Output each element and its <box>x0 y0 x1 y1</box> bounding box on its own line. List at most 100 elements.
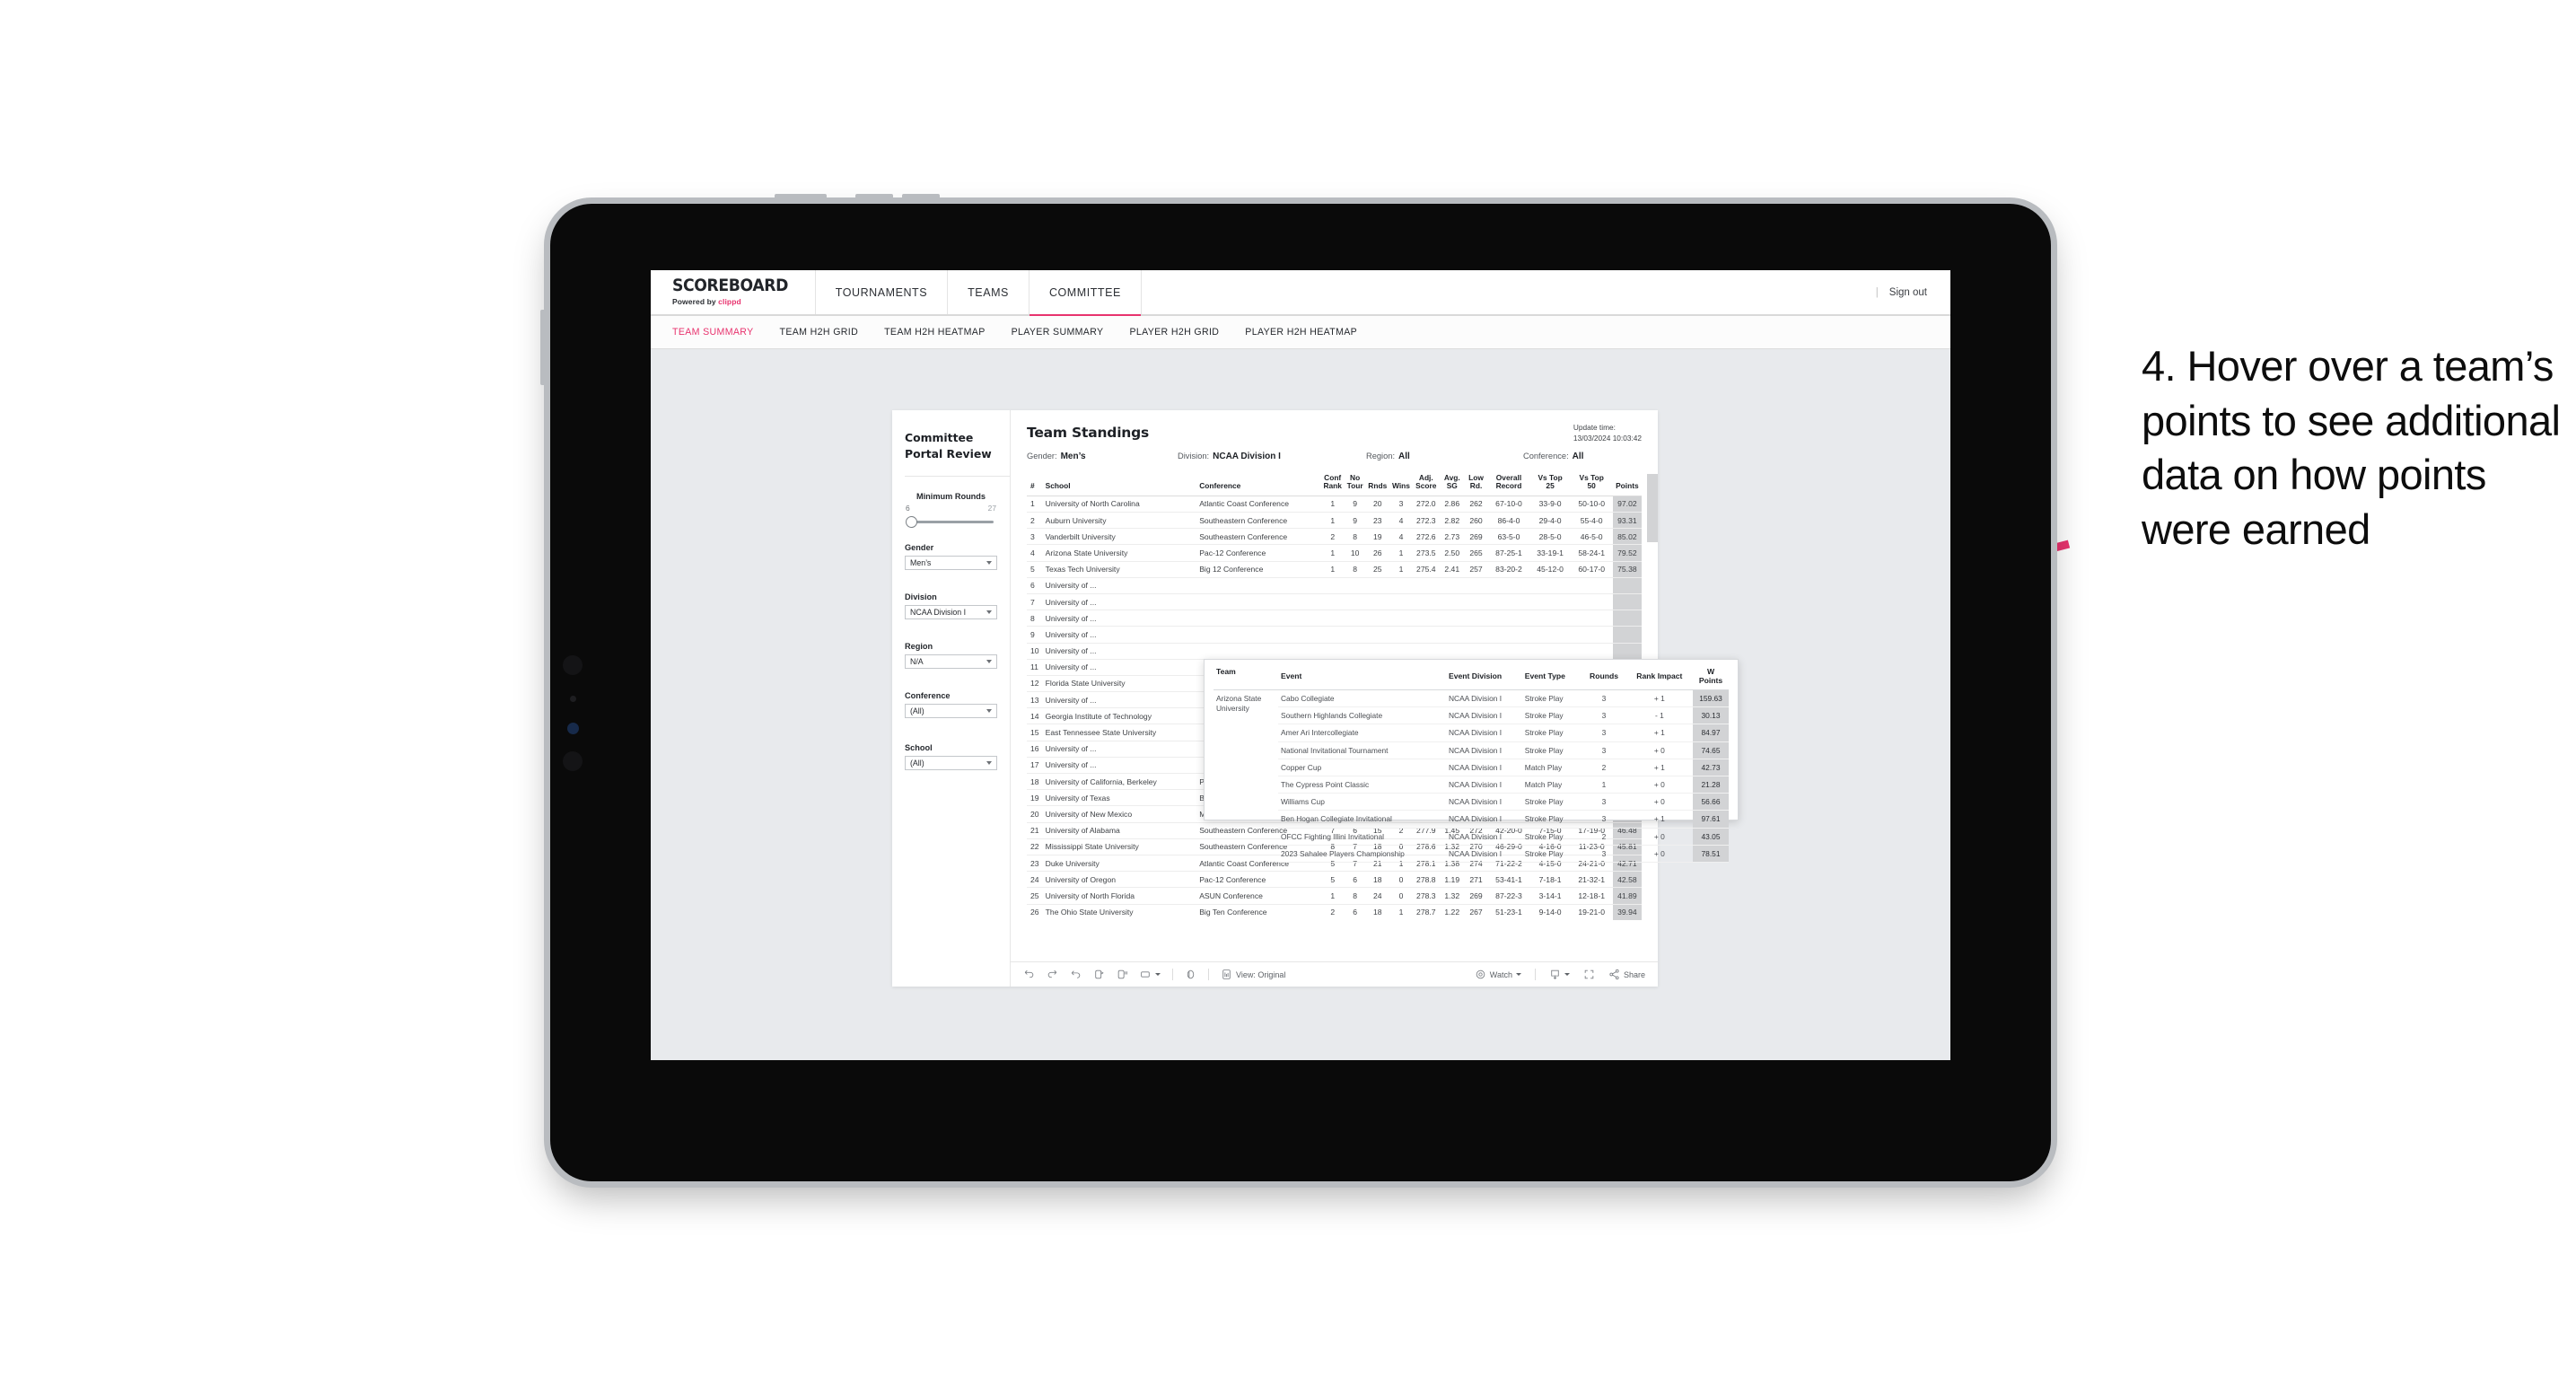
points-column-shade <box>1647 474 1658 542</box>
cell-pts[interactable]: 93.31 <box>1612 512 1642 529</box>
tab-player-summary[interactable]: PLAYER SUMMARY <box>1012 327 1104 338</box>
redo-icon[interactable] <box>1047 969 1058 980</box>
refresh-icon[interactable] <box>1093 969 1105 980</box>
cell-pts[interactable]: 85.02 <box>1612 528 1642 545</box>
table-row[interactable]: 24 University of Oregon Pac-12 Conference 5… <box>1027 871 1642 888</box>
fit-dropdown[interactable] <box>1140 969 1161 980</box>
camera-secondary-icon <box>563 751 583 771</box>
cell-pts[interactable]: 39.94 <box>1612 904 1642 920</box>
share-button[interactable]: Share <box>1608 969 1645 980</box>
slider-track[interactable] <box>905 515 997 529</box>
volume-up-button[interactable] <box>855 194 893 201</box>
cell-rnds: 18 <box>1372 874 1382 884</box>
tooltip-cell-event: Williams Cup <box>1278 793 1446 811</box>
col-vs-top-25[interactable]: Vs Top 25 <box>1530 473 1571 496</box>
undo-icon[interactable] <box>1023 969 1035 980</box>
cell-school: University of ... <box>1045 597 1097 607</box>
download-button[interactable] <box>1549 969 1570 980</box>
col-no-tour[interactable]: No Tour <box>1345 473 1366 496</box>
table-row[interactable]: 7 University of ... <box>1027 593 1642 610</box>
cell-pts[interactable]: 97.02 <box>1612 496 1642 513</box>
share-label: Share <box>1623 969 1645 979</box>
chevron-down-icon <box>986 709 992 714</box>
tab-team-summary[interactable]: TEAM SUMMARY <box>672 327 754 338</box>
cell-pts[interactable] <box>1612 626 1642 643</box>
tab-team-h2h-grid[interactable]: TEAM H2H GRID <box>780 327 859 338</box>
col-low-rd[interactable]: Low Rd. <box>1465 473 1488 496</box>
col-vs-top-50[interactable]: Vs Top 50 <box>1571 473 1613 496</box>
col-points[interactable]: Points <box>1613 474 1642 496</box>
brand-name: SCOREBOARD <box>672 276 789 295</box>
slider-handle[interactable] <box>906 516 917 529</box>
table-row[interactable]: 2 Auburn University Southeastern Conferenc… <box>1027 512 1642 529</box>
view-original-button[interactable]: View: Original <box>1221 969 1285 980</box>
table-row[interactable]: 4 Arizona State University Pac-12 Conferen… <box>1027 544 1642 562</box>
highlight-icon[interactable] <box>1185 969 1196 980</box>
col-rnds[interactable]: Rnds <box>1365 474 1389 496</box>
col-overall-record[interactable]: Overall Record <box>1487 473 1529 496</box>
sign-out-link[interactable]: Sign out <box>1889 287 1927 298</box>
watch-button[interactable]: Watch <box>1475 969 1521 980</box>
table-row[interactable]: 9 University of ... <box>1027 626 1642 643</box>
cell-pts[interactable] <box>1612 610 1642 627</box>
revert-icon[interactable] <box>1070 969 1082 980</box>
nav-item-teams[interactable]: TEAMS <box>948 270 1030 314</box>
cell-rnds: 25 <box>1372 565 1382 575</box>
col-conference[interactable]: Conference <box>1196 474 1320 496</box>
tooltip-cell-event: Southern Highlands Collegiate <box>1278 706 1446 725</box>
cell-rnds: 18 <box>1372 908 1382 917</box>
table-row[interactable]: 10 University of ... <box>1027 643 1642 660</box>
table-row[interactable]: 8 University of ... <box>1027 610 1642 627</box>
table-row[interactable]: 3 Vanderbilt University Southeastern Confe… <box>1027 528 1642 545</box>
cell-pts[interactable]: 41.89 <box>1612 887 1642 904</box>
cell-school: University of California, Berkeley <box>1045 776 1157 786</box>
cell-pts[interactable] <box>1612 593 1642 610</box>
cell-adj <box>1413 627 1440 643</box>
toolbar-divider-3 <box>1534 969 1536 980</box>
cell-pts[interactable]: 79.52 <box>1612 544 1642 562</box>
brand-logo[interactable]: SCOREBOARD Powered by clippd <box>651 270 816 314</box>
nav-item-tournaments[interactable]: TOURNAMENTS <box>816 270 949 314</box>
power-button[interactable] <box>775 194 827 201</box>
col-wins[interactable]: Wins <box>1389 474 1413 496</box>
cell-pts[interactable] <box>1612 643 1642 660</box>
filter-division-select[interactable]: NCAA Division I <box>905 605 997 620</box>
cell-school: University of ... <box>1045 760 1097 770</box>
pause-auto-update-icon[interactable] <box>1117 969 1128 980</box>
tab-player-h2h-heatmap[interactable]: PLAYER H2H HEATMAP <box>1245 327 1357 338</box>
col-avg-sg[interactable]: Avg. SG <box>1440 473 1465 496</box>
table-row[interactable]: 6 University of ... <box>1027 577 1642 594</box>
cell-school: Auburn University <box>1045 515 1107 525</box>
tooltip-row: The Cypress Point Classic NCAA Division I… <box>1214 776 1729 794</box>
cell-sg <box>1440 577 1465 593</box>
tab-team-h2h-heatmap[interactable]: TEAM H2H HEATMAP <box>884 327 986 338</box>
table-row[interactable]: 26 The Ohio State University Big Ten Confe… <box>1027 904 1642 920</box>
sensor-blue-icon <box>567 723 579 734</box>
filter-school-select[interactable]: (All) <box>905 756 997 771</box>
filter-gender-select[interactable]: Men’s <box>905 556 997 571</box>
tooltip-cell-wpoints: 159.63 <box>1693 689 1729 708</box>
cell-sg: 1.32 <box>1444 890 1460 900</box>
cell-pts[interactable] <box>1612 577 1642 594</box>
cell-adj <box>1413 643 1440 659</box>
col-adj-score[interactable]: Adj. Score <box>1413 473 1440 496</box>
tab-player-h2h-grid[interactable]: PLAYER H2H GRID <box>1129 327 1219 338</box>
col-rank[interactable]: # <box>1027 474 1042 496</box>
tooltip-cell-rounds: 1 <box>1582 776 1626 794</box>
tooltip-row: Ben Hogan Collegiate Invitational NCAA Di… <box>1214 810 1729 829</box>
side-button[interactable] <box>540 310 548 385</box>
col-conf-rank[interactable]: Conf Rank <box>1321 473 1345 496</box>
volume-down-button[interactable] <box>902 194 940 201</box>
table-row[interactable]: 1 University of North Carolina Atlantic Co… <box>1027 496 1642 513</box>
fullscreen-icon[interactable] <box>1583 969 1595 980</box>
cell-nt: 6 <box>1353 874 1357 884</box>
filter-conference-select[interactable]: (All) <box>905 704 997 719</box>
cell-pts[interactable]: 75.38 <box>1612 561 1642 578</box>
table-row[interactable]: 25 University of North Florida ASUN Confer… <box>1027 887 1642 904</box>
col-school[interactable]: School <box>1042 474 1196 496</box>
cell-pts[interactable]: 42.58 <box>1612 871 1642 888</box>
table-row[interactable]: 5 Texas Tech University Big 12 Conference 1… <box>1027 561 1642 578</box>
slider-min-value: 6 <box>906 504 910 513</box>
nav-item-committee[interactable]: COMMITTEE <box>1029 270 1142 316</box>
filter-region-select[interactable]: N/A <box>905 654 997 670</box>
